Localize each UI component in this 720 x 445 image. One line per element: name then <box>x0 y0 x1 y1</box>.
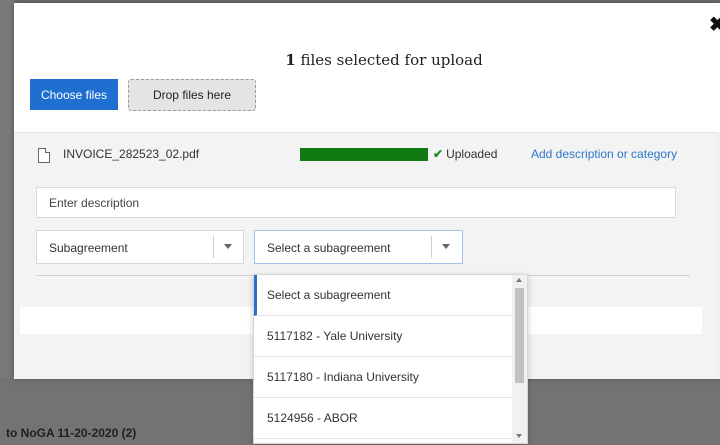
select-divider <box>213 236 214 258</box>
subagreement-dropdown: Select a subagreement 5117182 - Yale Uni… <box>253 274 528 444</box>
files-selected-text: files selected for upload <box>295 51 483 69</box>
description-input[interactable] <box>36 187 676 218</box>
scroll-up-icon[interactable] <box>516 278 522 282</box>
dropdown-option[interactable]: Select a subagreement <box>254 275 512 316</box>
chevron-down-icon[interactable] <box>224 244 232 249</box>
check-icon: ✔ <box>433 147 444 161</box>
choose-files-button[interactable]: Choose files <box>30 79 118 110</box>
file-name: INVOICE_282523_02.pdf <box>63 147 200 161</box>
dropdown-scrollbar[interactable] <box>512 275 527 443</box>
modal-title: 1 files selected for upload <box>14 51 720 69</box>
subagreement-select[interactable]: Select a subagreement <box>254 230 463 264</box>
file-icon <box>38 148 50 163</box>
upload-progress-fill <box>300 148 428 161</box>
subagreement-select-value: Select a subagreement <box>267 241 391 255</box>
files-selected-count: 1 <box>285 51 296 69</box>
dropdown-option[interactable]: 5117180 - Indiana University <box>254 357 512 398</box>
scroll-down-icon[interactable] <box>516 434 522 438</box>
category-select-value: Subagreement <box>49 241 128 255</box>
dropdown-option[interactable]: 5117182 - Yale University <box>254 316 512 357</box>
upload-progress-bar <box>300 148 428 161</box>
dropdown-option[interactable]: 5124956 - ABOR <box>254 398 512 439</box>
add-description-link[interactable]: Add description or category <box>531 147 677 161</box>
background-page-text: to NoGA 11-20-2020 (2) <box>6 426 137 440</box>
chevron-down-icon[interactable] <box>442 244 450 249</box>
close-icon[interactable]: ✖ <box>709 15 720 35</box>
drop-files-zone[interactable]: Drop files here <box>128 79 256 111</box>
category-select[interactable]: Subagreement <box>36 230 244 264</box>
scrollbar-thumb[interactable] <box>515 288 524 383</box>
upload-status: ✔ Uploaded <box>433 147 497 161</box>
modal-scrollbar[interactable] <box>715 132 720 378</box>
upload-status-text: Uploaded <box>446 147 498 161</box>
select-divider <box>431 236 432 258</box>
